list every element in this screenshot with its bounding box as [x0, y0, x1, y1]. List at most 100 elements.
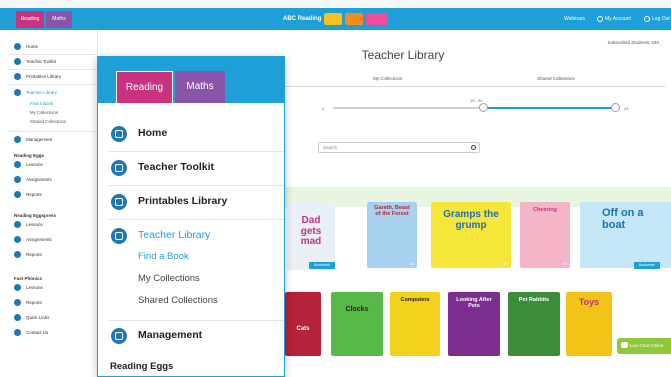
- book-cover[interactable]: Computers: [390, 292, 440, 356]
- sidebar-item-quick-links[interactable]: Quick Links: [0, 311, 98, 325]
- sidebar-item-teacher-toolkit[interactable]: Teacher Toolkit: [98, 155, 284, 181]
- toolkit-icon: [111, 160, 127, 176]
- book-title: Dad gets mad: [300, 215, 322, 247]
- page-title: Teacher Library: [361, 48, 445, 62]
- tab-maths[interactable]: Maths: [175, 71, 225, 103]
- live-chat-button[interactable]: Live Chat Online: [617, 338, 671, 354]
- search-icon[interactable]: [471, 145, 476, 150]
- sidebar-item-contact-us[interactable]: Contact Us: [0, 326, 98, 340]
- book-cover[interactable]: Looking After Pets: [448, 292, 500, 356]
- divider: [108, 320, 284, 321]
- sidebar-item-management[interactable]: Management: [98, 323, 284, 349]
- sidebar-item-label: Lessons: [26, 222, 43, 227]
- reports-icon: [14, 251, 21, 258]
- sidebar-item-printables-library[interactable]: Printables Library: [98, 189, 284, 215]
- sidebar-sub-shared-collections[interactable]: Shared Collections: [30, 119, 66, 124]
- book-cover[interactable]: Off on a boat: [580, 202, 671, 268]
- sidebar-item-assignments[interactable]: Assignments: [0, 233, 98, 247]
- tab-my-collections[interactable]: My Collections: [373, 76, 402, 81]
- sidebar-item-teacher-library[interactable]: Teacher Library: [0, 86, 98, 100]
- sidebar-item-lessons[interactable]: Lessons: [0, 158, 98, 172]
- book-cover[interactable]: Gramps the grump 14: [431, 202, 511, 268]
- slider-min-label: 0: [322, 106, 325, 111]
- sidebar-item-label: Teacher Toolkit: [138, 161, 215, 173]
- divider: [108, 151, 284, 152]
- slider-high-handle[interactable]: [611, 103, 620, 112]
- sidebar-item-label: Assignments: [26, 177, 52, 182]
- log-out-label: Log Out: [652, 16, 670, 22]
- book-cover[interactable]: Gareth, Beast of the Forest 14: [367, 202, 417, 268]
- printables-icon: [111, 194, 127, 210]
- bookmark-button[interactable]: Bookmark: [634, 262, 660, 269]
- printables-icon: [14, 73, 21, 80]
- log-out-link[interactable]: Log Out: [644, 8, 670, 30]
- library-icon: [111, 228, 127, 244]
- bookmark-button[interactable]: Bookmark: [309, 262, 335, 269]
- sidebar-item-assignments[interactable]: Assignments: [0, 173, 98, 187]
- sidebar-sub-find-a-book[interactable]: Find a Book: [138, 251, 189, 262]
- my-account-label: My Account: [605, 16, 631, 22]
- sidebar-item-label: Printables Library: [138, 195, 228, 207]
- webinars-link[interactable]: Webinars: [564, 8, 585, 30]
- sidebar-item-label: Lessons: [26, 162, 43, 167]
- reports-icon: [14, 299, 21, 306]
- sidebar-item-label: Assignments: [26, 237, 52, 242]
- book-title: Computers: [400, 297, 430, 303]
- account-icon: [597, 15, 603, 22]
- sidebar-item-label: Printables Library: [26, 74, 62, 79]
- book-title: Cheering: [533, 207, 557, 213]
- home-icon: [14, 43, 21, 50]
- reports-icon: [14, 191, 21, 198]
- slider-max-label: 24: [624, 106, 629, 111]
- book-cover[interactable]: Cheering 10: [520, 202, 570, 268]
- sidebar-item-teacher-toolkit[interactable]: Teacher Toolkit: [0, 55, 98, 69]
- my-account-link[interactable]: My Account: [597, 8, 631, 30]
- home-icon: [111, 126, 127, 142]
- tab-reading[interactable]: Reading: [16, 11, 44, 28]
- sidebar: Home Teacher Toolkit Printables Library …: [0, 30, 98, 377]
- book-title: Pet Rabbits: [518, 297, 550, 303]
- subscribed-students: Subscribed Students: 240: [607, 40, 659, 45]
- sidebar-item-lessons[interactable]: Lessons: [0, 218, 98, 232]
- logo-text: ABC Reading: [283, 16, 322, 22]
- book-cover[interactable]: Toys: [566, 292, 612, 356]
- fast-phonics-logo-icon: [366, 13, 389, 25]
- slider-range-label: 15 - 20: [470, 98, 483, 103]
- sidebar-item-label: Reports: [26, 192, 42, 197]
- book-level: 14: [503, 261, 508, 266]
- sidebar-item-reports[interactable]: Reports: [0, 188, 98, 202]
- sidebar-item-teacher-library[interactable]: Teacher Library: [98, 223, 284, 249]
- live-chat-label: Live Chat Online: [630, 343, 664, 348]
- book-cover[interactable]: Clocks: [331, 292, 383, 356]
- sidebar-sub-my-collections[interactable]: My Collections: [138, 273, 200, 284]
- slider-low-handle[interactable]: [479, 103, 488, 112]
- sidebar-sub-my-collections[interactable]: My Collections: [30, 110, 58, 115]
- sidebar-sub-find-a-book[interactable]: Find a Book: [30, 101, 53, 106]
- tab-maths[interactable]: Maths: [46, 11, 72, 28]
- sidebar-item-label: Home: [138, 127, 168, 139]
- book-title: Gareth, Beast of the Forest: [374, 205, 410, 217]
- sidebar-item-management[interactable]: Management: [0, 133, 98, 147]
- book-cover[interactable]: Cats: [285, 292, 321, 356]
- zoomed-top-bar: Reading Maths: [98, 57, 284, 103]
- sidebar-item-printables-library[interactable]: Printables Library: [0, 70, 98, 84]
- book-cover[interactable]: Pet Rabbits: [508, 292, 560, 356]
- sidebar-sub-shared-collections[interactable]: Shared Collections: [138, 295, 218, 306]
- tab-reading[interactable]: Reading: [116, 71, 173, 103]
- management-icon: [14, 136, 21, 143]
- sidebar-item-reports[interactable]: Reports: [0, 248, 98, 262]
- sidebar-item-label: Management: [26, 137, 53, 142]
- section-heading-reading-eggs: Reading Eggs: [110, 361, 174, 372]
- tab-shared-collections[interactable]: Shared Collections: [537, 76, 575, 81]
- assignments-icon: [14, 236, 21, 243]
- sidebar-item-reports[interactable]: Reports: [0, 296, 98, 310]
- divider: [108, 219, 284, 220]
- search-input[interactable]: Search: [318, 142, 480, 153]
- sidebar-item-lessons[interactable]: Lessons: [0, 281, 98, 295]
- book-cover[interactable]: Dad gets mad: [287, 202, 335, 270]
- logout-icon: [644, 15, 650, 22]
- zoomed-sidebar-callout: Reading Maths Home Teacher Toolkit Print…: [97, 56, 285, 377]
- sidebar-item-home[interactable]: Home: [98, 121, 284, 147]
- sidebar-item-home[interactable]: Home: [0, 40, 98, 54]
- chat-icon: [621, 342, 628, 348]
